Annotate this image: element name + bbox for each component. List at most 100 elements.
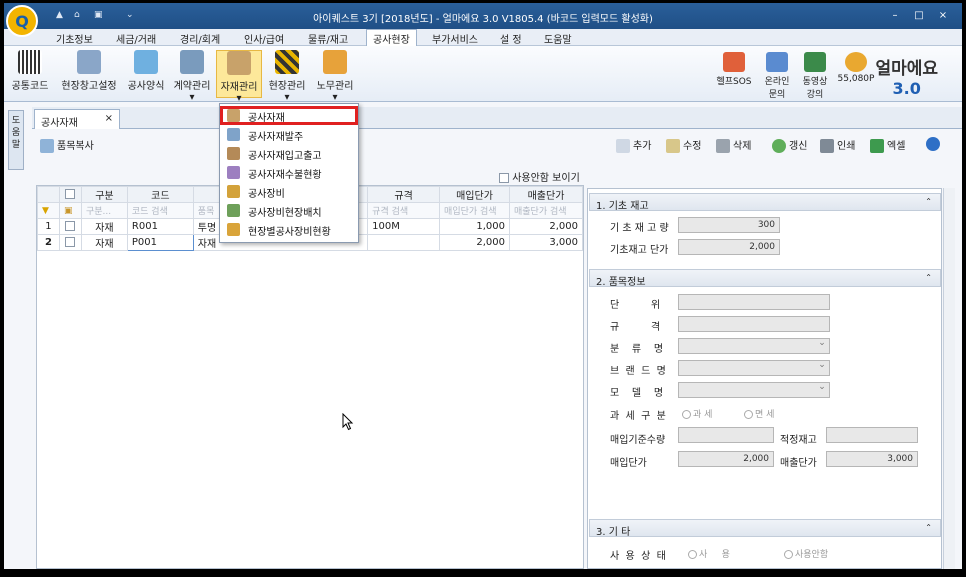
section-item-info[interactable]: 2. 품목정보 ⌃ bbox=[589, 269, 941, 288]
header-check[interactable] bbox=[58, 186, 82, 203]
menu-settings[interactable]: 설 정 bbox=[500, 31, 522, 46]
ribbon-arrow: ▾ bbox=[332, 92, 338, 103]
row-checkbox[interactable] bbox=[65, 221, 76, 231]
label-tax-type: 과 세 구 분 bbox=[610, 411, 666, 422]
coin-icon bbox=[845, 52, 867, 72]
menu-accounting[interactable]: 경리/회계 bbox=[180, 31, 220, 46]
collapse-icon[interactable]: ⌃ bbox=[925, 523, 932, 532]
warehouse-gear-icon bbox=[77, 50, 101, 74]
points-button[interactable]: 55,080P bbox=[836, 52, 876, 84]
ribbon-labor-mgmt[interactable]: 노무관리 ▾ bbox=[312, 50, 358, 103]
close-button[interactable]: × bbox=[934, 8, 952, 24]
menu-basic-info[interactable]: 기초정보 bbox=[56, 31, 93, 46]
help-side-tab[interactable]: 도움말 bbox=[8, 110, 24, 170]
ribbon-common-code[interactable]: 공통코드 bbox=[8, 50, 52, 98]
menu-extra-services[interactable]: 부가서비스 bbox=[432, 31, 478, 46]
maximize-button[interactable]: □ bbox=[910, 8, 928, 24]
ribbon-contract-mgmt[interactable]: 계약관리 ▾ bbox=[170, 50, 214, 103]
use-radio-active[interactable]: 사 용 bbox=[688, 547, 730, 560]
ribbon-site-mgmt[interactable]: 현장관리 ▾ bbox=[264, 50, 310, 103]
ribbon-arrow: ▾ bbox=[189, 92, 195, 103]
proper-stock-field[interactable] bbox=[826, 427, 918, 443]
delete-button[interactable]: 삭제 bbox=[716, 137, 751, 153]
header-spec[interactable]: 규격 bbox=[367, 186, 441, 203]
excel-button[interactable]: 엑셀 bbox=[870, 137, 905, 153]
buy-price-field[interactable]: 2,000 bbox=[678, 451, 774, 467]
print-button[interactable]: 인쇄 bbox=[820, 137, 855, 153]
add-button[interactable]: 추가 bbox=[616, 137, 651, 153]
filter-code[interactable]: 코드 검색 bbox=[126, 202, 194, 219]
ribbon-construction-form[interactable]: 공사양식 bbox=[124, 50, 168, 98]
app-logo-icon[interactable]: Q bbox=[6, 5, 38, 37]
show-unused-toggle[interactable]: 사용안함 보이기 bbox=[499, 169, 580, 184]
minimize-button[interactable]: – bbox=[886, 8, 904, 24]
menu-construction[interactable]: 공사현장 bbox=[366, 29, 417, 46]
material-icon bbox=[227, 51, 251, 75]
stock-price-field[interactable]: 2,000 bbox=[678, 239, 780, 255]
order-icon bbox=[227, 128, 240, 141]
help-button[interactable] bbox=[926, 137, 943, 151]
excel-icon bbox=[870, 139, 884, 153]
menu-logistics[interactable]: 물류/재고 bbox=[308, 31, 348, 46]
filter-icon[interactable]: ▼ bbox=[37, 202, 60, 219]
online-inquiry-button[interactable]: 온라인 문의 bbox=[760, 52, 794, 100]
header-buy-price[interactable]: 매입단가 bbox=[439, 186, 510, 203]
refresh-button[interactable]: 갱신 bbox=[772, 137, 807, 153]
menu-tax-trade[interactable]: 세금/거래 bbox=[116, 31, 156, 46]
menu-item-equipment-placement[interactable]: 공사장비현장배치 bbox=[220, 201, 358, 220]
brand-select[interactable] bbox=[678, 360, 830, 376]
sell-price-field[interactable]: 3,000 bbox=[826, 451, 918, 467]
use-radio-inactive[interactable]: 사용안함 bbox=[784, 547, 828, 560]
tax-radio-taxable[interactable]: 과 세 bbox=[682, 407, 712, 420]
label-spec: 규 격 bbox=[610, 322, 661, 333]
status-icon bbox=[227, 166, 240, 179]
filter-buy-price[interactable]: 매입단가 검색 bbox=[439, 202, 510, 219]
toolbar: 품목복사 추가 수정 삭제 갱신 인쇄 엑셀 bbox=[32, 130, 962, 158]
panel-scrollbar[interactable] bbox=[943, 188, 955, 569]
menu-item-equipment[interactable]: 공사장비 bbox=[220, 182, 358, 201]
trash-icon bbox=[716, 139, 730, 153]
stock-qty-field[interactable]: 300 bbox=[678, 217, 780, 233]
help-sos-button[interactable]: 헬프SOS bbox=[712, 52, 756, 87]
select-all-checkbox[interactable] bbox=[65, 189, 76, 199]
label-buy-price: 매입단가 bbox=[610, 458, 647, 469]
menu-item-material-status[interactable]: 공사자재수불현황 bbox=[220, 163, 358, 182]
brand-logo: 얼마에요 3.0 bbox=[875, 59, 938, 98]
menu-item-site-equipment-status[interactable]: 현장별공사장비현황 bbox=[220, 220, 358, 239]
spec-field[interactable] bbox=[678, 316, 830, 332]
filter-spec[interactable]: 규격 검색 bbox=[367, 202, 441, 219]
show-unused-checkbox[interactable] bbox=[499, 173, 509, 183]
menu-hr-payroll[interactable]: 인사/급여 bbox=[244, 31, 284, 46]
section-other[interactable]: 3. 기 타 ⌃ bbox=[589, 519, 941, 538]
label-base-qty: 매입기준수량 bbox=[610, 435, 666, 446]
tab-construction-material[interactable]: 공사자재 × bbox=[34, 109, 120, 129]
material-icon bbox=[227, 109, 240, 122]
header-code[interactable]: 코드 bbox=[126, 186, 194, 203]
menu-help[interactable]: 도움말 bbox=[544, 31, 572, 46]
video-lecture-button[interactable]: 동영상 강의 bbox=[798, 52, 832, 100]
ribbon-arrow: ▾ bbox=[284, 92, 290, 103]
header-type[interactable]: 구분 bbox=[80, 186, 128, 203]
collapse-icon[interactable]: ⌃ bbox=[925, 197, 932, 206]
ribbon-warehouse-setting[interactable]: 현장창고설정 bbox=[56, 50, 122, 98]
tax-radio-exempt[interactable]: 면 세 bbox=[744, 407, 774, 420]
copy-item-button[interactable]: 품목복사 bbox=[40, 137, 94, 153]
model-select[interactable] bbox=[678, 382, 830, 398]
menu-item-construction-material[interactable]: 공사자재 bbox=[220, 106, 358, 125]
base-qty-field[interactable] bbox=[678, 427, 774, 443]
help-icon bbox=[926, 137, 940, 151]
tab-close-icon[interactable]: × bbox=[105, 113, 113, 124]
ribbon-material-mgmt[interactable]: 자재관리 ▾ bbox=[216, 50, 262, 104]
menu-item-material-order[interactable]: 공사자재발주 bbox=[220, 125, 358, 144]
collapse-icon[interactable]: ⌃ bbox=[925, 273, 932, 282]
section-opening-stock[interactable]: 1. 기초 재고 ⌃ bbox=[589, 193, 941, 212]
row-checkbox[interactable] bbox=[65, 237, 76, 247]
unit-field[interactable] bbox=[678, 294, 830, 310]
menu-item-material-inout[interactable]: 공사자재입고출고 bbox=[220, 144, 358, 163]
edit-button[interactable]: 수정 bbox=[666, 137, 701, 153]
contract-icon bbox=[180, 50, 204, 74]
filter-type[interactable]: 구분... bbox=[80, 202, 128, 219]
category-select[interactable] bbox=[678, 338, 830, 354]
filter-sell-price[interactable]: 매출단가 검색 bbox=[509, 202, 583, 219]
header-sell-price[interactable]: 매출단가 bbox=[509, 186, 583, 203]
